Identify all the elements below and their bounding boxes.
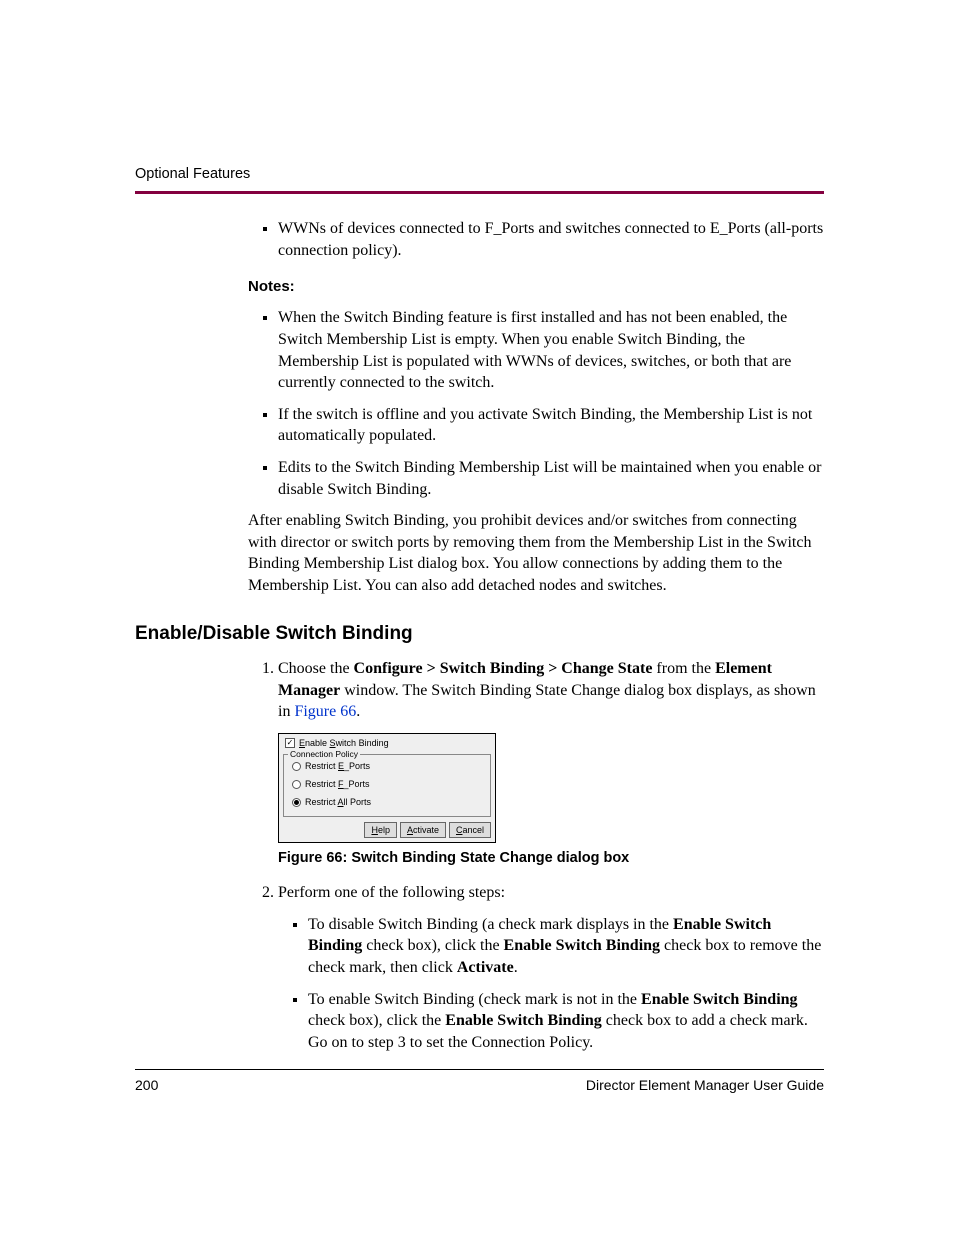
- body-text: WWNs of devices connected to F_Ports and…: [278, 220, 823, 259]
- footer-row: 200 Director Element Manager User Guide: [135, 1070, 824, 1095]
- switch-binding-dialog: ✓ Enable Switch Binding Connection Polic…: [278, 733, 496, 843]
- body-text: To enable Switch Binding (check mark is …: [308, 991, 641, 1008]
- figure-xref[interactable]: Figure 66: [294, 703, 356, 720]
- checkbox-label: Enable Switch Binding: [299, 737, 389, 749]
- radio-label: Restrict All Ports: [305, 796, 371, 808]
- notes-heading: Notes:: [248, 277, 824, 297]
- list-item: To disable Switch Binding (a check mark …: [308, 914, 824, 979]
- step-item: Choose the Configure > Switch Binding > …: [278, 658, 824, 868]
- list-item: To enable Switch Binding (check mark is …: [308, 989, 824, 1054]
- body-text: check box), click the: [308, 1012, 445, 1029]
- bold-text: Enable Switch Binding: [641, 991, 798, 1008]
- steps-block: Choose the Configure > Switch Binding > …: [248, 658, 824, 1053]
- substep-list: To disable Switch Binding (a check mark …: [278, 914, 824, 1054]
- connection-policy-group: Connection Policy Restrict E_Ports Restr…: [283, 754, 491, 816]
- step-item: Perform one of the following steps: To d…: [278, 882, 824, 1053]
- intro-list: WWNs of devices connected to F_Ports and…: [248, 218, 824, 261]
- figure-caption: Figure 66: Switch Binding State Change d…: [278, 849, 824, 869]
- bold-text: Enable Switch Binding: [504, 937, 661, 954]
- header-rule: [135, 191, 824, 194]
- dialog-button-row: Help Activate Cancel: [279, 819, 495, 842]
- list-item: If the switch is offline and you activat…: [278, 404, 824, 447]
- radio-label: Restrict E_Ports: [305, 760, 370, 772]
- enable-switch-binding-checkbox[interactable]: ✓: [285, 738, 295, 748]
- restrict-all-ports-radio[interactable]: [292, 798, 301, 807]
- restrict-e-ports-radio[interactable]: [292, 762, 301, 771]
- bold-text: Activate: [457, 959, 514, 976]
- running-head: Optional Features: [135, 165, 824, 185]
- intro-block: WWNs of devices connected to F_Ports and…: [248, 218, 824, 597]
- help-button[interactable]: Help: [364, 822, 397, 838]
- body-text: When the Switch Binding feature is first…: [278, 309, 791, 391]
- restrict-f-ports-radio[interactable]: [292, 780, 301, 789]
- list-item: WWNs of devices connected to F_Ports and…: [278, 218, 824, 261]
- radio-row: Restrict All Ports: [286, 793, 488, 811]
- body-text: from the: [652, 660, 715, 677]
- body-text: To disable Switch Binding (a check mark …: [308, 916, 673, 933]
- page-number: 200: [135, 1076, 158, 1095]
- group-legend: Connection Policy: [288, 749, 360, 760]
- body-text: If the switch is offline and you activat…: [278, 406, 812, 445]
- body-text: Perform one of the following steps:: [278, 884, 505, 901]
- section-heading: Enable/Disable Switch Binding: [135, 621, 824, 647]
- radio-label: Restrict F_Ports: [305, 778, 370, 790]
- page-footer: 200 Director Element Manager User Guide: [135, 1069, 824, 1095]
- notes-list: When the Switch Binding feature is first…: [248, 307, 824, 500]
- bold-text: Enable Switch Binding: [445, 1012, 602, 1029]
- activate-button[interactable]: Activate: [400, 822, 446, 838]
- radio-row: Restrict F_Ports: [286, 775, 488, 793]
- list-item: Edits to the Switch Binding Membership L…: [278, 457, 824, 500]
- cancel-button[interactable]: Cancel: [449, 822, 491, 838]
- body-text: Choose the: [278, 660, 354, 677]
- body-text: Edits to the Switch Binding Membership L…: [278, 459, 821, 498]
- list-item: When the Switch Binding feature is first…: [278, 307, 824, 393]
- body-text: .: [514, 959, 518, 976]
- bold-text: Configure > Switch Binding > Change Stat…: [354, 660, 653, 677]
- body-text: check box), click the: [362, 937, 503, 954]
- page-content: WWNs of devices connected to F_Ports and…: [135, 218, 824, 1085]
- doc-title: Director Element Manager User Guide: [586, 1076, 824, 1095]
- body-text: .: [356, 703, 360, 720]
- body-paragraph: After enabling Switch Binding, you prohi…: [248, 510, 824, 596]
- ordered-steps: Choose the Configure > Switch Binding > …: [248, 658, 824, 1053]
